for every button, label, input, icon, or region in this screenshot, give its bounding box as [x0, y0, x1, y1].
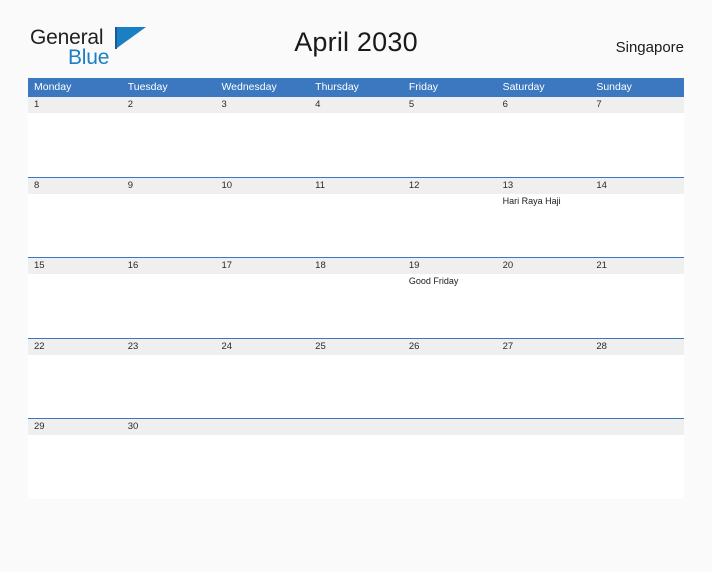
weekday-header-sunday: Sunday [596, 81, 632, 93]
calendar-day-cell[interactable]: 1 [28, 97, 122, 177]
day-number: 3 [221, 99, 227, 110]
calendar-day-cell[interactable]: 11 [309, 178, 403, 258]
day-number: 26 [408, 340, 420, 352]
day-number: 12 [408, 179, 420, 191]
calendar-day-cell-empty [403, 419, 497, 499]
calendar-day-cell[interactable]: 3 [215, 97, 309, 177]
day-number: 15 [34, 260, 45, 271]
calendar-day-cell[interactable]: 5 [403, 97, 497, 177]
region-label: Singapore [615, 39, 684, 56]
weekday-header-thursday: Thursday [315, 81, 359, 93]
calendar-day-cell[interactable]: 21 [590, 258, 684, 338]
calendar-day-cell[interactable]: 15 [28, 258, 122, 338]
day-number: 1 [34, 99, 40, 110]
calendar-day-cell[interactable]: 18 [309, 258, 403, 338]
page-title: April 2030 [294, 27, 418, 57]
calendar-week-row: 1 2 3 4 5 6 7 [28, 96, 684, 177]
day-number: 19 [408, 260, 420, 271]
calendar-week-row: 15 16 17 18 19 Good Friday 20 21 [28, 257, 684, 338]
calendar-day-cell[interactable]: 26 [403, 339, 497, 419]
day-number: 27 [502, 340, 514, 352]
day-number: 22 [34, 340, 45, 352]
calendar-day-cell[interactable]: 10 [215, 178, 309, 258]
weekday-header-monday: Monday [34, 81, 72, 93]
calendar-grid: Monday Tuesday Wednesday Thursday Friday… [28, 78, 684, 499]
calendar-day-cell[interactable]: 14 [590, 178, 684, 258]
calendar-day-cell[interactable]: 6 [497, 97, 591, 177]
calendar-day-cell[interactable]: 20 [497, 258, 591, 338]
day-number: 24 [221, 340, 233, 352]
day-number: 14 [596, 179, 607, 191]
weekday-header-tuesday: Tuesday [127, 81, 168, 93]
day-number: 4 [315, 99, 321, 110]
weekday-header-saturday: Saturday [502, 81, 545, 93]
weekday-header-friday: Friday [408, 81, 439, 93]
calendar-day-cell[interactable]: 2 [122, 97, 216, 177]
calendar-day-cell[interactable]: 27 [497, 339, 591, 419]
calendar-day-cell[interactable]: 13 Hari Raya Haji [497, 178, 591, 258]
day-event-label: Good Friday [408, 276, 459, 286]
day-number: 18 [315, 260, 326, 271]
day-event-label: Hari Raya Haji [502, 195, 561, 206]
calendar-day-cell[interactable]: 24 [215, 339, 309, 419]
calendar-day-cell-empty [497, 419, 591, 499]
calendar-day-cell[interactable]: 16 [122, 258, 216, 338]
calendar-day-cell[interactable]: 8 [28, 178, 122, 258]
calendar-day-cell[interactable]: 30 [122, 419, 216, 499]
day-number: 30 [127, 421, 139, 432]
calendar-day-cell[interactable]: 12 [403, 178, 497, 258]
calendar-day-cell[interactable]: 19 Good Friday [403, 258, 497, 338]
calendar-day-cell[interactable]: 17 [215, 258, 309, 338]
weekday-header-wednesday: Wednesday [221, 81, 277, 93]
weekday-header-row: Monday Tuesday Wednesday Thursday Friday… [28, 78, 684, 96]
day-number: 9 [127, 179, 134, 191]
calendar-day-cell-empty [309, 419, 403, 499]
day-number: 10 [221, 179, 233, 191]
day-number: 20 [502, 260, 514, 271]
day-number: 6 [502, 99, 508, 110]
day-number: 25 [315, 340, 326, 352]
calendar-week-row: 29 30 [28, 418, 684, 499]
calendar-day-cell[interactable]: 4 [309, 97, 403, 177]
day-number: 7 [596, 99, 602, 110]
calendar-day-cell-empty [590, 419, 684, 499]
calendar-day-cell[interactable]: 28 [590, 339, 684, 419]
calendar-day-cell[interactable]: 25 [309, 339, 403, 419]
calendar-day-cell[interactable]: 22 [28, 339, 122, 419]
day-number: 5 [408, 99, 415, 110]
day-number: 8 [34, 179, 40, 191]
calendar-day-cell[interactable]: 7 [590, 97, 684, 177]
day-number: 28 [596, 340, 607, 352]
page-header: General Blue April 2030 Singapore [28, 22, 684, 74]
calendar-day-cell[interactable]: 23 [122, 339, 216, 419]
day-number: 23 [127, 340, 139, 352]
day-number: 21 [596, 260, 607, 271]
calendar-week-row: 22 23 24 25 26 27 28 [28, 337, 684, 419]
day-number: 29 [34, 421, 45, 432]
calendar-day-cell-empty [215, 419, 309, 499]
calendar-day-cell[interactable]: 29 [28, 419, 122, 499]
day-number: 16 [127, 260, 139, 271]
day-number: 17 [221, 260, 233, 271]
day-number: 2 [127, 99, 134, 110]
day-number: 11 [315, 179, 326, 191]
calendar-day-cell[interactable]: 9 [122, 178, 216, 258]
day-number: 13 [502, 179, 514, 191]
calendar-week-row: 8 9 10 11 12 13 Hari Raya Haji 14 [28, 176, 684, 258]
